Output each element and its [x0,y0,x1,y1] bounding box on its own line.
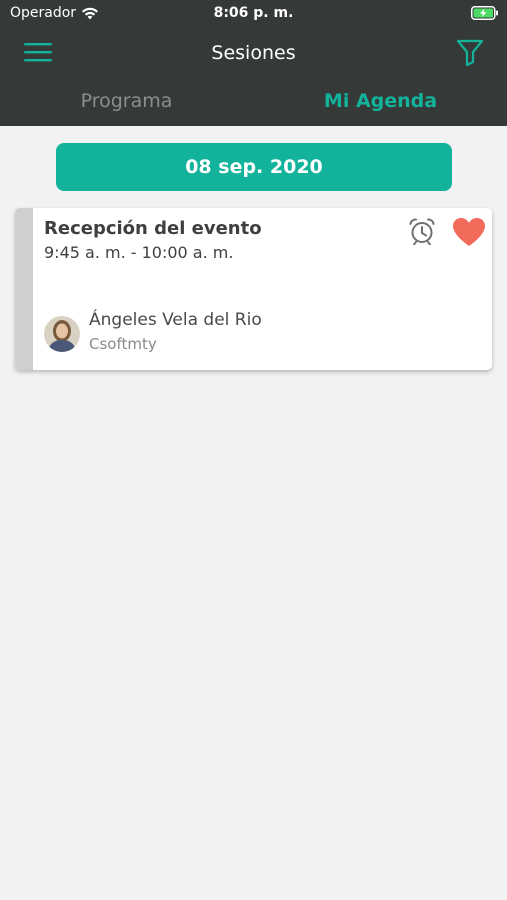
heart-favorite-icon[interactable] [452,217,486,247]
battery-charging-icon [471,6,498,20]
status-time: 8:06 p. m. [213,5,294,21]
speaker-name: Ángeles Vela del Rio [89,310,262,330]
date-label: 08 sep. 2020 [185,156,323,178]
session-time: 9:45 a. m. - 10:00 a. m. [44,243,234,262]
session-title: Recepción del evento [44,218,262,239]
filter-icon[interactable] [456,38,484,66]
tab-programa[interactable]: Programa [0,90,253,112]
session-card[interactable]: Recepción del evento 9:45 a. m. - 10:00 … [15,208,492,370]
tab-bar: Programa Mi Agenda [0,80,507,126]
app-header: Operador 8:06 p. m. Sesiones Programa Mi… [0,0,507,126]
alarm-clock-icon[interactable] [408,217,436,245]
status-bar: Operador 8:06 p. m. [0,0,507,28]
tab-mi-agenda[interactable]: Mi Agenda [254,90,507,112]
speaker-avatar-image [44,316,80,352]
session-card-strip [15,208,33,370]
page-title: Sesiones [211,42,296,64]
speaker-avatar [44,316,80,352]
speaker-company: Csoftmty [89,335,157,353]
date-selector-button[interactable]: 08 sep. 2020 [56,143,452,191]
navigation-bar: Sesiones [0,28,507,78]
